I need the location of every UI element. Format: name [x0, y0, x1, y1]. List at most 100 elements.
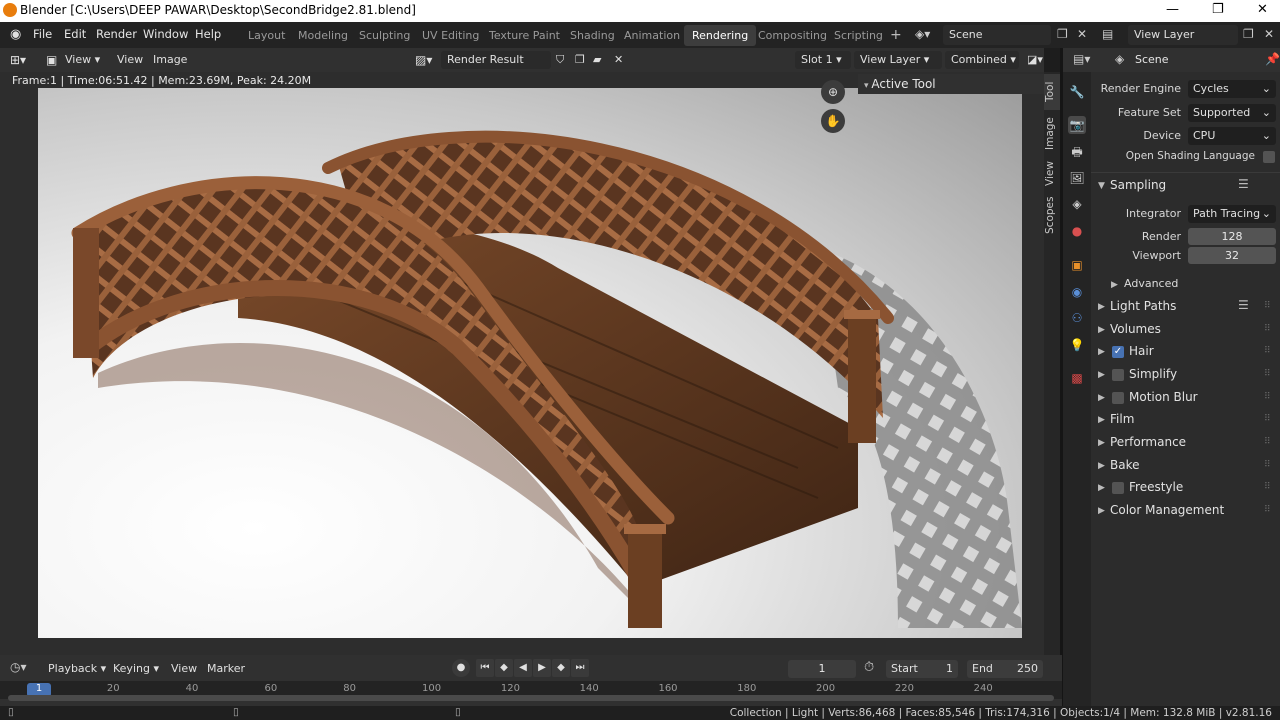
remove-view-layer-icon[interactable]: ✕ [1264, 27, 1274, 41]
simplify-expand-icon[interactable]: ▶ [1098, 370, 1105, 380]
active-tool-header[interactable]: ▾ Active Tool [858, 74, 1044, 94]
open-image-icon[interactable]: ▰ [593, 53, 601, 66]
freestyle-drag-handle-icon[interactable]: ⠿ [1264, 482, 1272, 492]
simplify-section-header[interactable]: Simplify [1129, 367, 1177, 381]
freestyle-expand-icon[interactable]: ▶ [1098, 483, 1105, 493]
play-button[interactable]: ▶ [533, 659, 551, 677]
object-data-tab-icon[interactable]: 💡 [1068, 336, 1086, 354]
pan-hand-icon[interactable]: ✋ [821, 109, 845, 133]
tab-modeling[interactable]: Modeling [290, 25, 356, 46]
texture-tab-icon[interactable]: ▩ [1068, 369, 1086, 387]
object-tab-icon[interactable]: ▣ [1068, 256, 1086, 274]
end-frame-field[interactable]: End 250 [967, 660, 1043, 678]
tab-sculpting[interactable]: Sculpting [351, 25, 418, 46]
new-scene-icon[interactable]: ❐ [1057, 27, 1068, 41]
timeline-scrollbar[interactable] [8, 695, 1054, 701]
stopwatch-icon[interactable]: ⏱ [864, 660, 874, 675]
tab-texture-paint[interactable]: Texture Paint [481, 25, 568, 46]
device-dropdown[interactable]: CPU ⌄ [1188, 127, 1276, 145]
light-paths-drag-handle-icon[interactable]: ⠿ [1264, 301, 1272, 311]
view-mode-icon[interactable]: ▣ [46, 53, 57, 67]
timeline-view-menu[interactable]: View [171, 662, 197, 675]
add-workspace-button[interactable]: + [890, 27, 902, 43]
current-frame-field[interactable]: 1 [788, 660, 856, 678]
film-expand-icon[interactable]: ▶ [1098, 415, 1105, 425]
sampling-expand-icon[interactable]: ▼ [1098, 181, 1105, 191]
next-keyframe-button[interactable]: ◆ [552, 659, 570, 677]
simplify-checkbox[interactable] [1112, 369, 1124, 381]
scene-tab-icon[interactable]: ◈ [1068, 195, 1086, 213]
start-frame-field[interactable]: Start 1 [886, 660, 958, 678]
film-section-header[interactable]: Film [1110, 412, 1134, 426]
sampling-presets-icon[interactable]: ☰ [1238, 177, 1249, 191]
motion-blur-expand-icon[interactable]: ▶ [1098, 393, 1105, 403]
pass-dropdown[interactable]: Combined ▾ [945, 51, 1019, 69]
new-image-icon[interactable]: ❐ [575, 53, 585, 66]
advanced-subpanel[interactable]: Advanced [1124, 277, 1178, 290]
playback-menu[interactable]: Playback ▾ [48, 662, 106, 675]
osl-checkbox[interactable] [1263, 151, 1275, 163]
feature-set-dropdown[interactable]: Supported ⌄ [1188, 104, 1276, 122]
tab-view[interactable]: View [1044, 158, 1060, 190]
close-button[interactable]: ✕ [1257, 2, 1268, 17]
menu-help[interactable]: Help [195, 27, 221, 41]
light-paths-presets-icon[interactable]: ☰ [1238, 298, 1249, 312]
delete-scene-icon[interactable]: ✕ [1077, 27, 1087, 41]
hair-expand-icon[interactable]: ▶ [1098, 347, 1105, 357]
timeline-editor-type-icon[interactable]: ◷▾ [10, 660, 27, 674]
slot-dropdown[interactable]: Slot 1 ▾ [795, 51, 851, 69]
hair-checkbox[interactable]: ✓ [1112, 346, 1124, 358]
color-management-section-header[interactable]: Color Management [1110, 503, 1224, 517]
physics-tab-icon[interactable]: ◉ [1068, 283, 1086, 301]
unlink-image-icon[interactable]: ✕ [614, 53, 623, 66]
view-layer-icon[interactable]: ▤ [1102, 27, 1113, 41]
scene-selector-icon[interactable]: ◈▾ [915, 27, 930, 41]
bake-expand-icon[interactable]: ▶ [1098, 461, 1105, 471]
pin-icon[interactable]: 📌 [1265, 52, 1280, 66]
play-reverse-button[interactable]: ◀ [514, 659, 532, 677]
marker-menu[interactable]: Marker [207, 662, 245, 675]
header-image-menu[interactable]: Image [153, 53, 187, 66]
freestyle-section-header[interactable]: Freestyle [1129, 480, 1183, 494]
jump-end-button[interactable]: ⏭ [571, 659, 589, 677]
tab-image[interactable]: Image [1044, 112, 1060, 156]
motion-blur-drag-handle-icon[interactable]: ⠿ [1264, 392, 1272, 402]
header-view-dropdown[interactable]: View ▾ [65, 53, 100, 66]
performance-section-header[interactable]: Performance [1110, 435, 1186, 449]
viewport-samples-field[interactable]: 32 [1188, 247, 1276, 264]
menu-render[interactable]: Render [96, 27, 137, 41]
tool-tab-icon[interactable]: 🔧 [1068, 83, 1086, 101]
record-button[interactable]: ● [452, 659, 470, 677]
advanced-expand-icon[interactable]: ▶ [1111, 280, 1118, 290]
bake-section-header[interactable]: Bake [1110, 458, 1140, 472]
light-paths-section-header[interactable]: Light Paths [1110, 299, 1176, 313]
editor-type-icon[interactable]: ⊞▾ [10, 53, 26, 67]
maximize-button[interactable]: ❐ [1212, 2, 1224, 17]
render-result-field[interactable]: Render Result [441, 51, 551, 69]
motion-blur-section-header[interactable]: Motion Blur [1129, 390, 1198, 404]
scene-field[interactable]: Scene [943, 25, 1051, 45]
view-layer-dropdown[interactable]: View Layer ▾ [854, 51, 942, 69]
zoom-icon[interactable]: ⊕ [821, 80, 845, 104]
output-tab-icon[interactable]: 🖶 [1068, 143, 1086, 161]
header-view-menu[interactable]: View [117, 53, 143, 66]
motion-blur-checkbox[interactable] [1112, 392, 1124, 404]
freestyle-checkbox[interactable] [1112, 482, 1124, 494]
keying-menu[interactable]: Keying ▾ [113, 662, 159, 675]
render-samples-field[interactable]: 128 [1188, 228, 1276, 245]
hair-section-header[interactable]: Hair [1129, 344, 1154, 358]
world-tab-icon[interactable]: ● [1068, 222, 1086, 240]
menu-window[interactable]: Window [143, 27, 188, 41]
volumes-expand-icon[interactable]: ▶ [1098, 325, 1105, 335]
tab-rendering[interactable]: Rendering [684, 25, 757, 46]
tab-compositing[interactable]: Compositing [750, 25, 835, 46]
tab-scripting[interactable]: Scripting [826, 25, 891, 46]
image-browse-icon[interactable]: ▨▾ [415, 53, 432, 67]
bake-drag-handle-icon[interactable]: ⠿ [1264, 460, 1272, 470]
tab-shading[interactable]: Shading [562, 25, 623, 46]
tab-animation[interactable]: Animation [616, 25, 688, 46]
menu-file[interactable]: File [33, 27, 52, 41]
constraints-tab-icon[interactable]: ⚇ [1068, 309, 1086, 327]
view-layer-tab-icon[interactable]: 🖼 [1068, 169, 1086, 187]
tab-uv-editing[interactable]: UV Editing [414, 25, 487, 46]
